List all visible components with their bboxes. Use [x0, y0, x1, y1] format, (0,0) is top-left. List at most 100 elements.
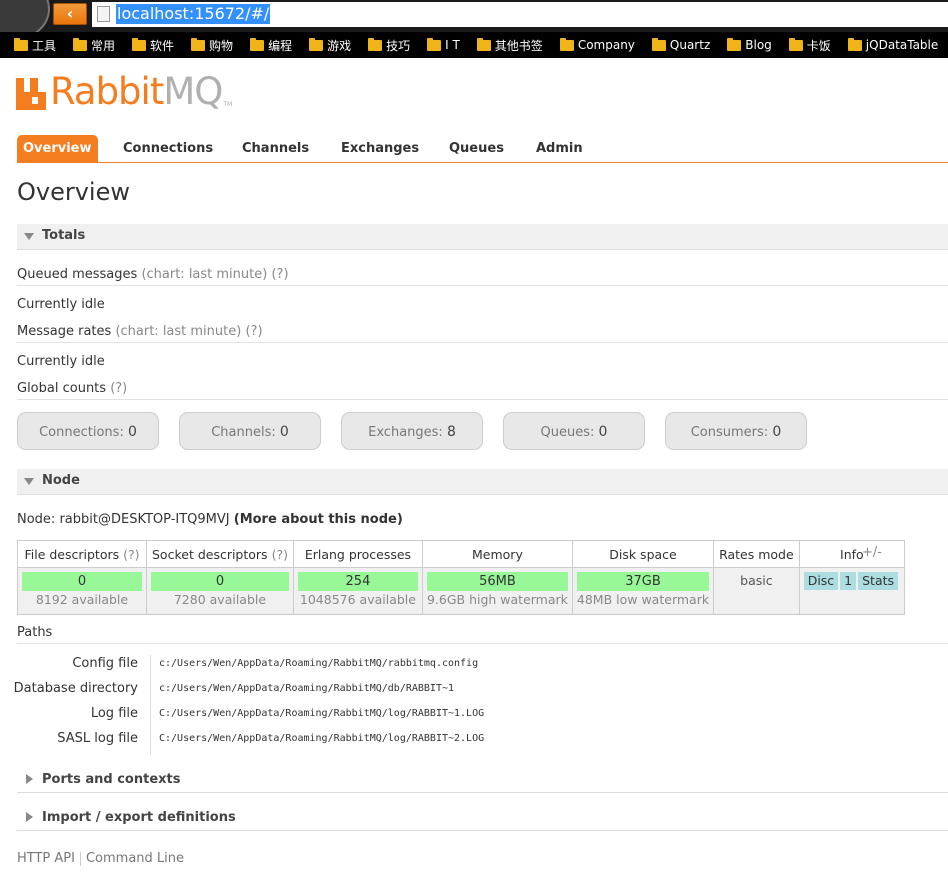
- node-stats-table: File descriptors (?) Socket descriptors …: [17, 540, 906, 615]
- bookmark-folder[interactable]: 游戏: [309, 37, 351, 54]
- usage-bar: 37GB: [576, 572, 710, 591]
- folder-icon: [651, 37, 666, 51]
- page-title: Overview: [17, 178, 130, 206]
- channels-count-button[interactable]: Channels: 0: [179, 412, 321, 450]
- tab-channels[interactable]: Channels: [242, 135, 309, 162]
- import-export-toggle[interactable]: Import / export definitions: [17, 805, 948, 831]
- bookmark-folder[interactable]: 其他书签: [476, 37, 543, 54]
- col-memory: Memory: [421, 540, 573, 568]
- address-bar[interactable]: localhost:15672/#/: [92, 2, 948, 27]
- bookmark-folder[interactable]: 工具: [14, 37, 56, 54]
- col-info: Info: [798, 540, 906, 568]
- bookmark-folder[interactable]: 技巧: [368, 37, 410, 54]
- expand-triangle-icon: [26, 812, 33, 822]
- logo-trademark: TM: [223, 101, 233, 108]
- tab-admin[interactable]: Admin: [536, 135, 583, 162]
- rabbitmq-logo: RabbitMQ TM: [16, 70, 233, 113]
- paths-header: Paths: [17, 625, 53, 640]
- chart-range-link[interactable]: (chart: last minute): [115, 324, 241, 339]
- ports-and-contexts-toggle[interactable]: Ports and contexts: [17, 767, 948, 793]
- help-link[interactable]: (?): [245, 324, 262, 339]
- log-file-path: C:/Users/Wen/AppData/Roaming/RabbitMQ/lo…: [159, 708, 485, 719]
- column-toggle-button[interactable]: +/-: [862, 545, 882, 560]
- global-counts-label: Global counts (?): [17, 381, 128, 396]
- log-file-label: Log file: [90, 706, 138, 721]
- rabbitmq-logo-icon: [16, 78, 46, 110]
- folder-icon: [559, 37, 574, 51]
- logo-text: RabbitMQ: [50, 70, 223, 113]
- node-header: Node: [42, 473, 80, 488]
- help-link[interactable]: (?): [271, 267, 288, 282]
- database-directory-path: c:/Users/Wen/AppData/Roaming/RabbitMQ/db…: [159, 683, 455, 694]
- more-about-node-link[interactable]: (More about this node): [234, 512, 403, 527]
- http-api-link[interactable]: HTTP API: [17, 851, 75, 866]
- tab-exchanges[interactable]: Exchanges: [341, 135, 419, 162]
- bookmark-folder[interactable]: 软件: [132, 37, 174, 54]
- sasl-log-file-path: C:/Users/Wen/AppData/Roaming/RabbitMQ/lo…: [159, 733, 485, 744]
- bookmark-folder[interactable]: I T: [427, 37, 460, 52]
- node-name: rabbit@DESKTOP-ITQ9MVJ: [59, 512, 230, 527]
- exchanges-count-button[interactable]: Exchanges: 8: [341, 412, 483, 450]
- col-disk-space: Disk space: [571, 540, 715, 568]
- disc-badge: Disc: [803, 572, 839, 590]
- rates-mode-cell: basic: [713, 567, 800, 615]
- config-file-label: Config file: [72, 656, 138, 671]
- url-text[interactable]: localhost:15672/#/: [116, 4, 271, 24]
- tab-queues[interactable]: Queues: [449, 135, 504, 162]
- back-button[interactable]: ‹: [53, 3, 87, 25]
- tab-overview[interactable]: Overview: [17, 135, 98, 162]
- command-line-link[interactable]: Command Line: [86, 851, 184, 866]
- import-export-header: Import / export definitions: [42, 810, 236, 825]
- bookmark-folder[interactable]: 卡饭: [788, 37, 831, 54]
- back-arrow-icon: ‹: [66, 4, 74, 23]
- bookmark-folder[interactable]: jQDataTable: [847, 37, 938, 52]
- ports-and-contexts-header: Ports and contexts: [42, 772, 181, 787]
- footer-divider: [79, 851, 81, 866]
- rates-idle-text: Currently idle: [17, 354, 105, 369]
- chart-range-link[interactable]: (chart: last minute): [141, 267, 267, 282]
- folder-icon: [476, 37, 491, 51]
- queued-idle-text: Currently idle: [17, 297, 105, 312]
- consumers-count-button[interactable]: Consumers: 0: [665, 412, 807, 450]
- stats-badge: Stats: [858, 572, 899, 590]
- divider: [17, 399, 948, 400]
- connections-count-button[interactable]: Connections: 0: [17, 412, 159, 450]
- folder-icon: [309, 37, 324, 51]
- bookmarks-bar: 工具 常用 软件 购物 编程 游戏 技巧 I T 其他书签 Company Qu…: [0, 32, 948, 58]
- bookmark-folder[interactable]: 常用: [73, 37, 115, 54]
- usage-bar: 0: [151, 572, 289, 591]
- bookmark-folder[interactable]: Company: [559, 37, 635, 52]
- totals-section-toggle[interactable]: Totals: [17, 224, 948, 250]
- tab-connections[interactable]: Connections: [123, 135, 213, 162]
- help-link[interactable]: (?): [123, 547, 139, 562]
- bookmark-folder[interactable]: 购物: [191, 37, 233, 54]
- bookmark-folder[interactable]: Blog: [727, 37, 772, 52]
- totals-header: Totals: [42, 228, 86, 243]
- help-link[interactable]: (?): [272, 547, 288, 562]
- col-file-descriptors: File descriptors (?): [17, 540, 147, 568]
- bookmark-folder[interactable]: 编程: [250, 37, 292, 54]
- col-erlang-processes: Erlang processes: [292, 540, 423, 568]
- erlang-processes-cell: 254 1048576 available: [292, 567, 423, 615]
- folder-icon: [427, 37, 442, 51]
- footer: HTTP API Command Line: [17, 851, 184, 866]
- collapse-triangle-icon: [24, 233, 34, 240]
- col-socket-descriptors: Socket descriptors (?): [146, 540, 294, 568]
- count-badge: 1: [840, 572, 857, 590]
- divider: [17, 285, 948, 286]
- folder-icon: [847, 37, 862, 51]
- folder-icon: [368, 37, 383, 51]
- divider: [17, 643, 948, 644]
- socket-descriptors-cell: 0 7280 available: [146, 567, 294, 615]
- memory-cell: 56MB 9.6GB high watermark: [421, 567, 573, 615]
- folder-icon: [788, 37, 803, 51]
- bookmark-folder[interactable]: Quartz: [651, 37, 710, 52]
- queues-count-button[interactable]: Queues: 0: [503, 412, 645, 450]
- divider: [17, 342, 948, 343]
- paths-divider: [150, 655, 151, 755]
- node-name-line: Node: rabbit@DESKTOP-ITQ9MVJ (More about…: [17, 512, 403, 527]
- database-directory-label: Database directory: [13, 681, 138, 696]
- help-link[interactable]: (?): [110, 381, 127, 396]
- usage-bar: 0: [22, 572, 142, 591]
- node-section-toggle[interactable]: Node: [17, 469, 948, 495]
